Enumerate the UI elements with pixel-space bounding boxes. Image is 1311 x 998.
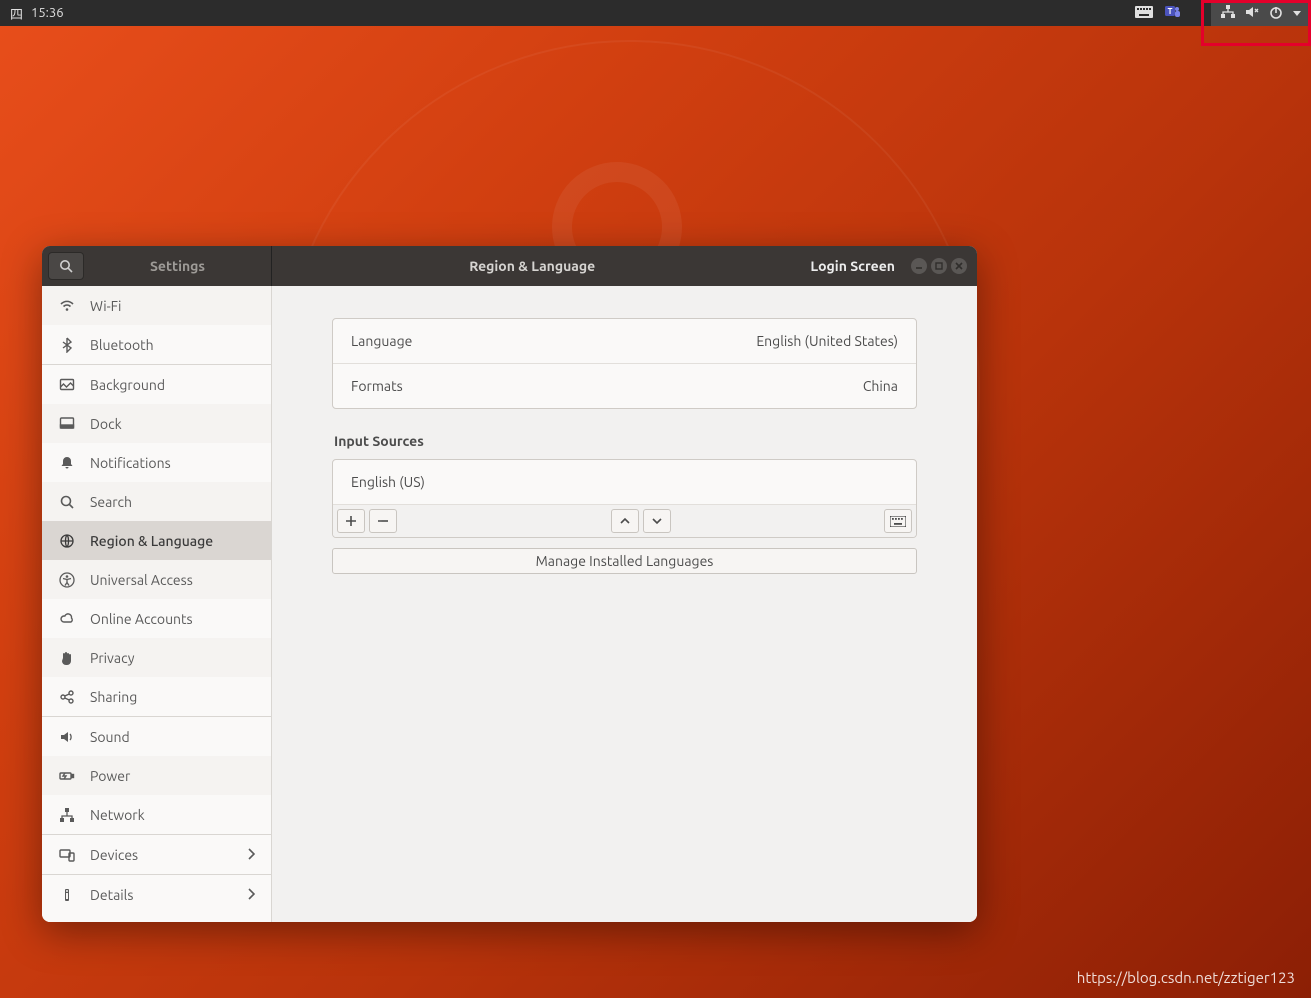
formats-label: Formats: [351, 378, 403, 394]
chevron-right-icon: [247, 847, 255, 863]
sidebar-item-details[interactable]: Details: [42, 875, 271, 914]
sidebar-item-background[interactable]: Background: [42, 365, 271, 404]
sidebar-item-label: Wi-Fi: [90, 298, 121, 314]
move-up-button[interactable]: [611, 509, 639, 533]
teams-icon[interactable]: T: [1165, 4, 1181, 23]
keyboard-layout-button[interactable]: [884, 509, 912, 533]
sidebar-title: Settings: [84, 258, 271, 274]
sidebar-item-search[interactable]: Search: [42, 482, 271, 521]
sidebar-item-label: Online Accounts: [90, 611, 193, 627]
sidebar-item-wifi[interactable]: Wi-Fi: [42, 286, 271, 325]
sidebar-item-label: Sound: [90, 729, 130, 745]
settings-window: Settings Region & Language Login Screen …: [42, 246, 977, 922]
settings-sidebar: Wi-Fi Bluetooth Background Dock Notifica…: [42, 286, 272, 922]
share-icon: [58, 689, 76, 705]
sidebar-item-label: Sharing: [90, 689, 137, 705]
dock-icon: [58, 416, 76, 432]
input-sources-toolbar: [333, 504, 916, 537]
globe-icon: [58, 533, 76, 549]
maximize-button[interactable]: [931, 258, 947, 274]
menubar-day[interactable]: 四: [10, 4, 23, 23]
sidebar-item-label: Power: [90, 768, 130, 784]
titlebar: Settings Region & Language Login Screen: [42, 246, 977, 286]
move-down-button[interactable]: [643, 509, 671, 533]
background-icon: [58, 377, 76, 393]
login-screen-button[interactable]: Login Screen: [802, 254, 903, 278]
bell-icon: [58, 455, 76, 471]
manage-languages-button[interactable]: Manage Installed Languages: [332, 548, 917, 574]
sidebar-item-privacy[interactable]: Privacy: [42, 638, 271, 677]
svg-text:T: T: [1168, 7, 1173, 16]
minimize-button[interactable]: [911, 258, 927, 274]
sidebar-item-label: Dock: [90, 416, 122, 432]
accessibility-icon: [58, 572, 76, 588]
language-label: Language: [351, 333, 412, 349]
sidebar-item-label: Notifications: [90, 455, 171, 471]
wifi-icon: [58, 298, 76, 314]
search-icon: [58, 494, 76, 510]
sidebar-item-label: Network: [90, 807, 145, 823]
sidebar-item-devices[interactable]: Devices: [42, 835, 271, 874]
sidebar-item-sound[interactable]: Sound: [42, 717, 271, 756]
formats-value: China: [863, 378, 898, 394]
watermark: https://blog.csdn.net/zztiger123: [1077, 969, 1295, 986]
devices-icon: [58, 847, 76, 863]
remove-input-source-button[interactable]: [369, 509, 397, 533]
input-sources-list: English (US): [332, 459, 917, 538]
language-row[interactable]: Language English (United States): [333, 319, 916, 363]
search-button[interactable]: [48, 252, 84, 280]
add-input-source-button[interactable]: [337, 509, 365, 533]
system-tray[interactable]: [1211, 0, 1311, 26]
keyboard-indicator-icon[interactable]: [1135, 6, 1153, 21]
info-icon: [58, 887, 76, 903]
volume-icon[interactable]: [1245, 5, 1259, 22]
input-sources-title: Input Sources: [334, 433, 917, 449]
sidebar-item-label: Bluetooth: [90, 337, 154, 353]
bluetooth-icon: [58, 337, 76, 353]
sidebar-item-label: Region & Language: [90, 533, 213, 549]
input-source-item[interactable]: English (US): [333, 460, 916, 504]
network-icon[interactable]: [1221, 5, 1235, 22]
manage-languages-label: Manage Installed Languages: [536, 553, 714, 569]
input-source-label: English (US): [351, 474, 425, 490]
menubar-time[interactable]: 15:36: [31, 6, 64, 20]
sidebar-item-power[interactable]: Power: [42, 756, 271, 795]
sidebar-item-sharing[interactable]: Sharing: [42, 677, 271, 716]
sidebar-item-label: Privacy: [90, 650, 134, 666]
formats-row[interactable]: Formats China: [333, 363, 916, 408]
sidebar-item-network[interactable]: Network: [42, 795, 271, 834]
sidebar-item-online[interactable]: Online Accounts: [42, 599, 271, 638]
page-title: Region & Language: [272, 246, 792, 286]
sidebar-item-dock[interactable]: Dock: [42, 404, 271, 443]
battery-icon: [58, 768, 76, 784]
power-icon[interactable]: [1269, 5, 1283, 22]
sidebar-item-universal[interactable]: Universal Access: [42, 560, 271, 599]
language-value: English (United States): [756, 333, 898, 349]
sidebar-item-notifications[interactable]: Notifications: [42, 443, 271, 482]
cloud-icon: [58, 611, 76, 627]
sidebar-item-bluetooth[interactable]: Bluetooth: [42, 325, 271, 364]
network-icon: [58, 807, 76, 823]
sidebar-item-label: Details: [90, 887, 133, 903]
chevron-down-icon[interactable]: [1293, 6, 1301, 20]
sidebar-item-label: Universal Access: [90, 572, 193, 588]
sidebar-item-region[interactable]: Region & Language: [42, 521, 271, 560]
top-menubar: 四 15:36 T: [0, 0, 1311, 26]
chevron-right-icon: [247, 887, 255, 903]
language-formats-list: Language English (United States) Formats…: [332, 318, 917, 409]
sidebar-item-label: Search: [90, 494, 132, 510]
hand-icon: [58, 650, 76, 666]
close-button[interactable]: [951, 258, 967, 274]
sidebar-item-label: Background: [90, 377, 165, 393]
content-pane: Language English (United States) Formats…: [272, 286, 977, 922]
sidebar-item-label: Devices: [90, 847, 138, 863]
sound-icon: [58, 729, 76, 745]
